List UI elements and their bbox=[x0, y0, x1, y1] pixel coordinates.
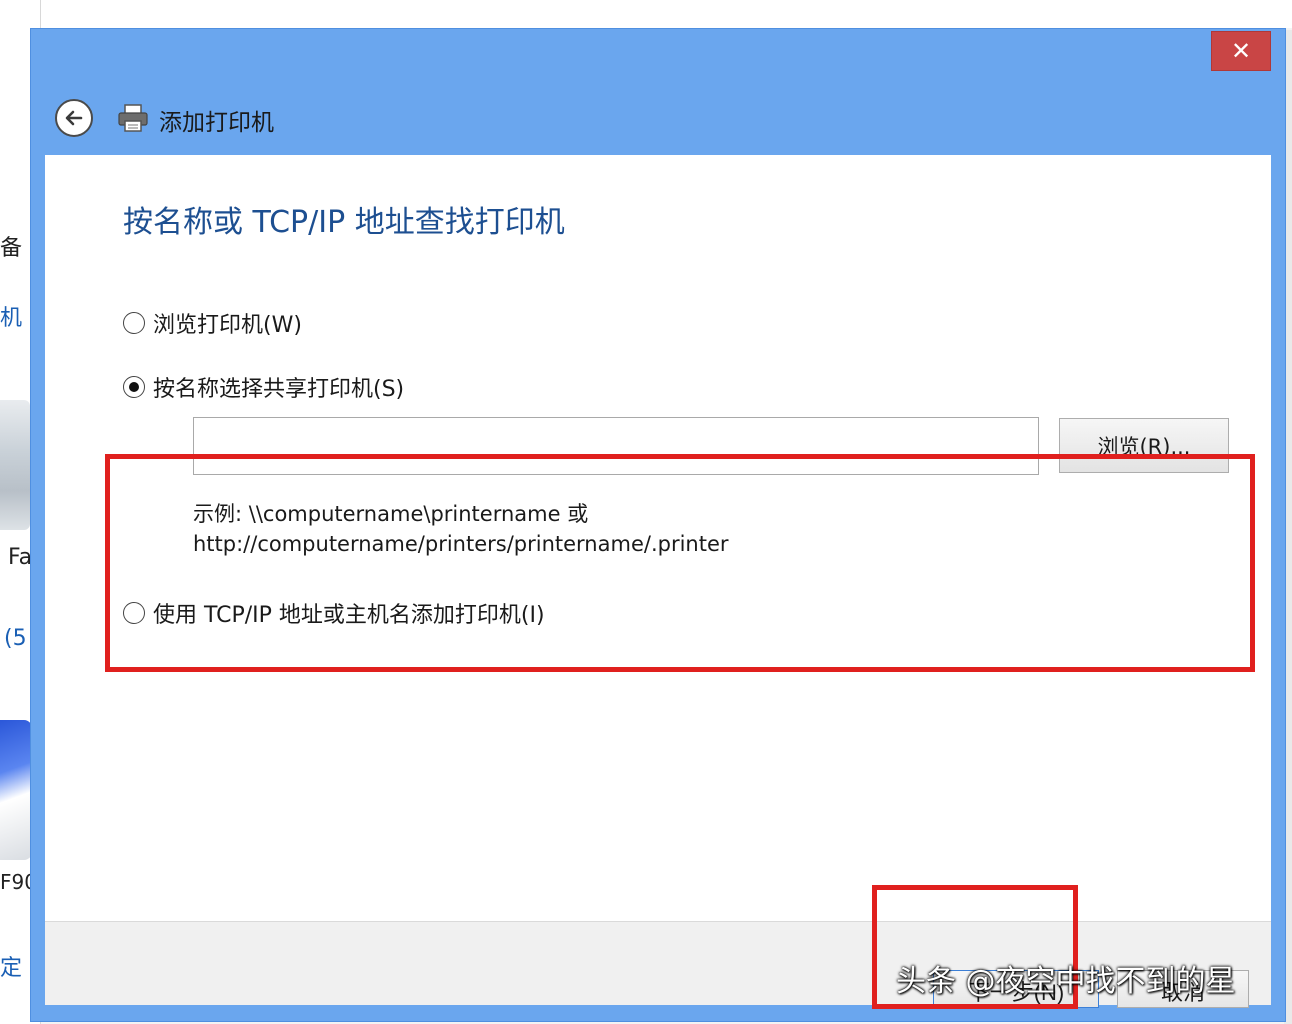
browse-button[interactable]: 浏览(R)... bbox=[1059, 418, 1229, 473]
close-button[interactable]: ✕ bbox=[1211, 31, 1271, 71]
background-text: 备 bbox=[0, 236, 23, 261]
dialog-header: 添加打印机 bbox=[31, 89, 1285, 155]
radio-button-selected[interactable] bbox=[123, 376, 145, 398]
background-printer-image bbox=[0, 400, 30, 530]
background-text: 机 bbox=[0, 306, 23, 331]
close-icon: ✕ bbox=[1230, 37, 1252, 65]
page-heading: 按名称或 TCP/IP 地址查找打印机 bbox=[123, 205, 565, 240]
background-text: (5 bbox=[4, 626, 27, 651]
background-text: 定 bbox=[0, 956, 23, 981]
printer-name-input[interactable] bbox=[193, 417, 1039, 475]
option-browse-printers[interactable]: 浏览打印机(W) bbox=[123, 307, 302, 339]
add-printer-dialog: ✕ 添加打印机 按名称或 TCP/IP 地址查找打印机 浏览打印机(W) 按名称… bbox=[30, 28, 1286, 1022]
option-label: 按名称选择共享打印机(S) bbox=[153, 377, 405, 402]
background-printer-image bbox=[0, 720, 32, 860]
background-top-strip bbox=[0, 0, 1292, 28]
annotation-highlight-box bbox=[105, 454, 1255, 672]
example-text-line1: 示例: \\computername\printername 或 bbox=[193, 502, 589, 526]
option-label: 浏览打印机(W) bbox=[153, 313, 302, 338]
watermark: 头条 @夜空中找不到的星 bbox=[896, 964, 1236, 999]
dialog-title: 添加打印机 bbox=[159, 110, 274, 136]
printer-icon bbox=[118, 104, 148, 132]
option-tcpip-printer[interactable]: 使用 TCP/IP 地址或主机名添加打印机(I) bbox=[123, 597, 545, 629]
back-arrow-icon bbox=[65, 110, 83, 126]
back-button[interactable] bbox=[55, 99, 93, 137]
background-text: Fa bbox=[8, 545, 33, 570]
option-select-shared-printer[interactable]: 按名称选择共享打印机(S) bbox=[123, 371, 404, 403]
option-label: 使用 TCP/IP 地址或主机名添加打印机(I) bbox=[153, 603, 545, 628]
example-text-line2: http://computername/printers/printername… bbox=[193, 532, 729, 556]
radio-button[interactable] bbox=[123, 312, 145, 334]
radio-button[interactable] bbox=[123, 602, 145, 624]
dialog-content: 按名称或 TCP/IP 地址查找打印机 浏览打印机(W) 按名称选择共享打印机(… bbox=[45, 155, 1271, 921]
